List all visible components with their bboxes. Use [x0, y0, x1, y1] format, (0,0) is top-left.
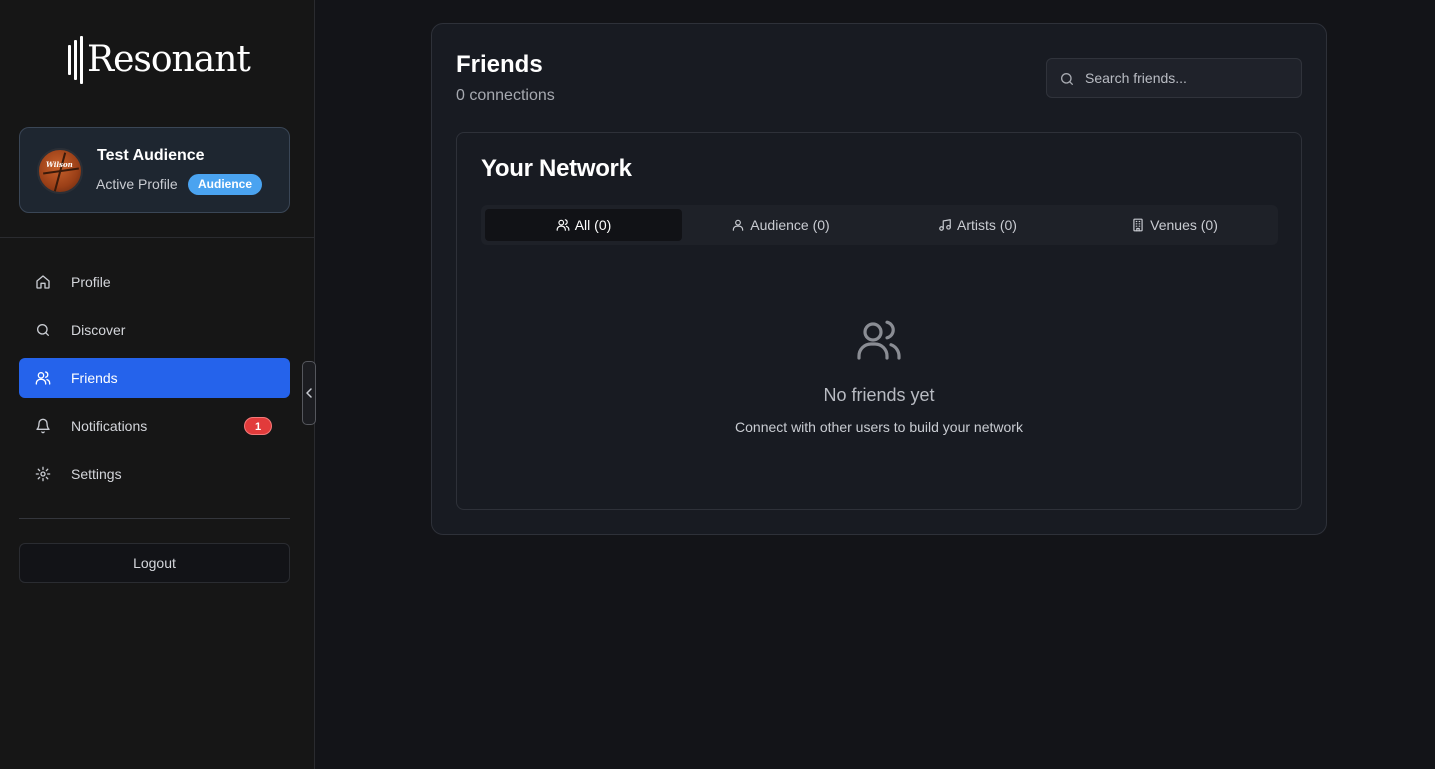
sidebar-item-label: Notifications	[71, 418, 148, 434]
notification-count-badge: 1	[244, 417, 272, 435]
network-tabs: All (0) Audience (0) Artists (0) Venues …	[481, 205, 1278, 245]
gear-icon	[35, 466, 51, 482]
user-icon	[733, 219, 744, 231]
sidebar-item-discover[interactable]: Discover	[19, 310, 290, 350]
resonant-logo[interactable]: Resonant	[68, 36, 251, 84]
sidebar-item-settings[interactable]: Settings	[19, 454, 290, 494]
sidebar-item-label: Settings	[71, 466, 122, 482]
sidebar: Resonant Wilson Test Audience Active Pro…	[0, 0, 315, 769]
sidebar-item-label: Friends	[71, 370, 118, 386]
tab-artists[interactable]: Artists (0)	[879, 209, 1076, 241]
profile-card[interactable]: Wilson Test Audience Active Profile Audi…	[19, 127, 290, 213]
connections-count: 0 connections	[456, 87, 555, 104]
tab-audience[interactable]: Audience (0)	[682, 209, 879, 241]
divider	[0, 237, 314, 238]
chevron-left-icon	[306, 388, 312, 398]
tab-label: Venues (0)	[1150, 217, 1218, 233]
sidebar-item-profile[interactable]: Profile	[19, 262, 290, 302]
sidebar-item-friends[interactable]: Friends	[19, 358, 290, 398]
music-icon	[939, 219, 951, 231]
sidebar-collapse-toggle[interactable]	[302, 361, 316, 425]
avatar-brand: Wilson	[46, 160, 73, 169]
sidebar-item-notifications[interactable]: Notifications 1	[19, 406, 290, 446]
search-box	[1046, 58, 1302, 98]
empty-state-message: Connect with other users to build your n…	[735, 419, 1023, 435]
role-badge: Audience	[188, 174, 263, 195]
users-icon	[857, 320, 901, 360]
search-input[interactable]	[1085, 59, 1295, 97]
divider	[19, 518, 290, 519]
network-card: Your Network All (0) Audience (0) Artist…	[456, 132, 1302, 510]
logout-button[interactable]: Logout	[19, 543, 290, 583]
bell-icon	[36, 418, 50, 434]
logo-bars-icon	[68, 36, 83, 84]
profile-status: Active Profile	[96, 176, 178, 192]
tab-label: Artists (0)	[957, 217, 1017, 233]
users-icon	[556, 219, 570, 231]
tab-venues[interactable]: Venues (0)	[1076, 209, 1273, 241]
sidebar-item-label: Profile	[71, 274, 111, 290]
logo-text: Resonant	[87, 39, 251, 80]
search-icon	[1061, 73, 1073, 85]
tab-label: All (0)	[574, 217, 612, 233]
network-title: Your Network	[481, 155, 632, 182]
sidebar-item-label: Discover	[71, 322, 126, 338]
empty-state-title: No friends yet	[823, 385, 935, 405]
page-title: Friends	[456, 51, 543, 78]
home-icon	[36, 275, 50, 289]
tab-all[interactable]: All (0)	[485, 209, 682, 241]
building-icon	[1133, 218, 1143, 232]
avatar: Wilson	[37, 148, 83, 194]
profile-name: Test Audience	[97, 147, 205, 164]
tab-label: Audience (0)	[750, 217, 830, 233]
search-icon	[37, 324, 49, 336]
friends-panel: Friends 0 connections Your Network All (…	[431, 23, 1327, 535]
users-icon	[35, 371, 51, 385]
